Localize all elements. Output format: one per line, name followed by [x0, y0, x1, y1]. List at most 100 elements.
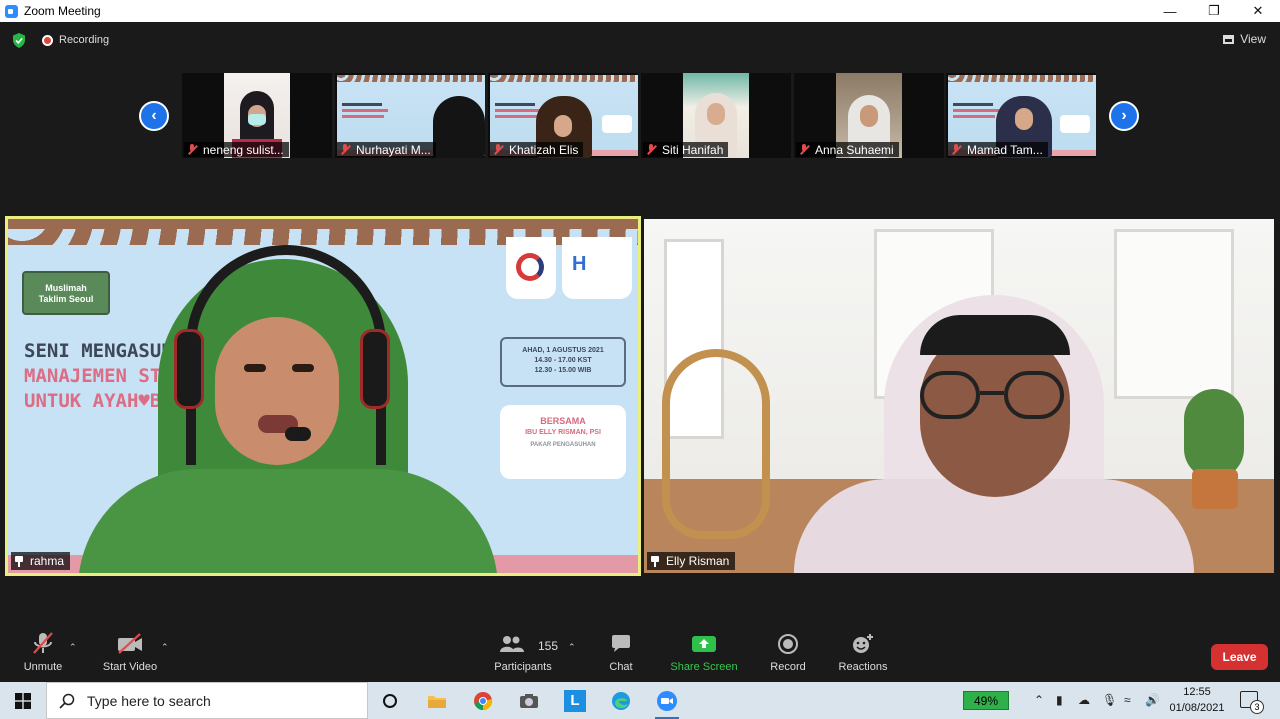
edge-icon[interactable]	[607, 687, 635, 714]
volume-icon[interactable]: 🔊	[1145, 693, 1160, 707]
partner-logo	[506, 237, 556, 299]
start-button[interactable]	[0, 682, 46, 719]
muted-mic-icon	[951, 144, 961, 155]
plant	[1184, 389, 1244, 479]
share-screen-button[interactable]: Share Screen	[670, 630, 738, 673]
participant-thumbnail[interactable]: Anna Suhaemi	[794, 73, 944, 158]
participant-name-tag: Siti Hanifah	[643, 142, 729, 157]
participant-thumbnail[interactable]: Mamad Tam...	[946, 73, 1096, 158]
battery-indicator[interactable]: 49%	[963, 691, 1009, 710]
zoom-window: Zoom Meeting — ❐ ✕ Recording View ‹ nene…	[0, 0, 1280, 719]
participant-thumbnail[interactable]: neneng sulist...	[182, 73, 332, 158]
reactions-icon	[851, 630, 875, 658]
notification-count-badge: 3	[1250, 700, 1264, 714]
battery-icon[interactable]: ▮	[1056, 693, 1063, 707]
taskbar-search-box[interactable]: Type here to search	[46, 682, 368, 719]
minimize-button[interactable]: —	[1148, 0, 1192, 22]
mic-muted-icon	[32, 630, 54, 658]
participants-count: 155	[538, 639, 559, 653]
participant-name-tag: neneng sulist...	[184, 142, 289, 157]
task-view-icon[interactable]	[376, 687, 404, 714]
slide-date-line: 14.30 - 17.00 KST	[534, 357, 592, 364]
slide-speaker-subtitle: PAKAR PENGASUHAN	[530, 442, 596, 448]
recording-dot-icon	[42, 34, 53, 46]
zoom-taskbar-icon[interactable]	[653, 687, 681, 719]
slide-badge-line: Taklim Seoul	[38, 294, 94, 304]
start-video-button[interactable]: Start Video	[100, 630, 160, 673]
slide-badge-line: Muslimah	[45, 283, 87, 293]
previous-page-button[interactable]: ‹	[139, 101, 169, 131]
chevron-left-icon: ‹	[151, 107, 157, 124]
unmute-label: Unmute	[23, 661, 63, 673]
record-button[interactable]: Record	[767, 630, 809, 673]
speaker-body	[78, 469, 498, 573]
participant-video-large[interactable]: Elly Risman	[644, 219, 1274, 573]
chat-icon	[610, 630, 632, 658]
camera-app-icon[interactable]	[515, 687, 543, 714]
slide-date-box: AHAD, 1 AGUSTUS 2021 14.30 - 17.00 KST 1…	[500, 337, 626, 387]
video-options-chevron-icon[interactable]: ⌃	[161, 642, 169, 653]
participant-face	[554, 115, 572, 137]
view-grid-icon	[1223, 34, 1235, 44]
zoom-app-icon	[5, 4, 18, 18]
video-name-tag: Elly Risman	[647, 552, 736, 570]
title-bar: Zoom Meeting — ❐ ✕	[0, 0, 1280, 22]
participant-thumbnail[interactable]: Nurhayati M...	[335, 73, 485, 158]
muted-mic-icon	[187, 144, 197, 155]
participant-name-tag: Nurhayati M...	[337, 142, 436, 157]
participant-name-tag: Mamad Tam...	[948, 142, 1048, 157]
chrome-icon[interactable]	[469, 687, 497, 714]
participant-thumbnail[interactable]: Siti Hanifah	[641, 73, 791, 158]
video-participant-name: Elly Risman	[666, 554, 730, 568]
start-video-label: Start Video	[102, 661, 158, 673]
file-explorer-icon[interactable]	[423, 687, 451, 714]
reactions-label: Reactions	[838, 661, 888, 673]
pin-icon	[15, 555, 23, 567]
taskbar-clock[interactable]: 12:55 01/08/2021	[1164, 684, 1230, 716]
l-app-icon[interactable]: L	[561, 687, 589, 714]
shield-icon[interactable]	[12, 33, 26, 48]
muted-mic-icon	[340, 144, 350, 155]
meeting-toolbar: Unmute ⌃ Start Video ⌃ Participants 155 …	[0, 630, 1280, 682]
participant-name: Mamad Tam...	[967, 142, 1043, 157]
record-label: Record	[770, 661, 806, 673]
unmute-button[interactable]: Unmute	[20, 630, 66, 673]
pin-icon	[651, 555, 659, 567]
participant-face	[1015, 108, 1033, 130]
participants-icon	[500, 630, 525, 658]
microphone-icon[interactable]: 🎙	[1102, 693, 1117, 707]
muted-mic-icon	[799, 144, 809, 155]
participant-name: Anna Suhaemi	[815, 142, 894, 157]
next-page-button[interactable]: ›	[1109, 101, 1139, 131]
audio-options-chevron-icon[interactable]: ⌃	[69, 642, 77, 653]
show-hidden-icons-chevron-icon[interactable]: ⌃	[1034, 693, 1044, 707]
record-icon	[777, 630, 799, 658]
participant-thumbnail[interactable]: Khatizah Elis	[488, 73, 638, 158]
view-label: View	[1240, 32, 1266, 46]
windows-logo-icon	[15, 692, 31, 709]
close-button[interactable]: ✕	[1236, 0, 1280, 22]
video-participant-name: rahma	[30, 554, 65, 568]
windows-taskbar: Type here to search L 49% ⌃ ▮ ☁ 🎙 ≈ 🔊 12…	[0, 682, 1280, 719]
wifi-icon[interactable]: ≈	[1124, 693, 1131, 707]
participants-label: Participants	[494, 661, 552, 673]
restore-button[interactable]: ❐	[1192, 0, 1236, 22]
recording-indicator[interactable]: Recording	[42, 34, 109, 46]
leave-button[interactable]: Leave	[1211, 644, 1268, 670]
clock-time: 12:55	[1183, 686, 1211, 698]
participants-options-chevron-icon[interactable]: ⌃	[568, 642, 576, 653]
active-speaker-video[interactable]: Muslimah Taklim Seoul SENI MENGASUH MANA…	[5, 216, 641, 576]
view-button[interactable]: View	[1223, 32, 1266, 46]
search-placeholder: Type here to search	[87, 692, 211, 709]
onedrive-cloud-icon[interactable]: ☁	[1078, 693, 1090, 707]
reactions-button[interactable]: Reactions	[836, 630, 890, 673]
slide-speaker-box: BERSAMA IBU ELLY RISMAN, PSI PAKAR PENGA…	[500, 405, 626, 479]
partner-logo: H	[562, 237, 632, 299]
slide-date-line: 12.30 - 15.00 WIB	[534, 367, 592, 374]
window-title: Zoom Meeting	[24, 4, 101, 18]
chat-label: Chat	[609, 661, 633, 673]
chat-button[interactable]: Chat	[602, 630, 640, 673]
window-controls: — ❐ ✕	[1148, 0, 1280, 22]
slide-date-line: AHAD, 1 AGUSTUS 2021	[522, 347, 604, 354]
search-icon	[59, 693, 75, 709]
